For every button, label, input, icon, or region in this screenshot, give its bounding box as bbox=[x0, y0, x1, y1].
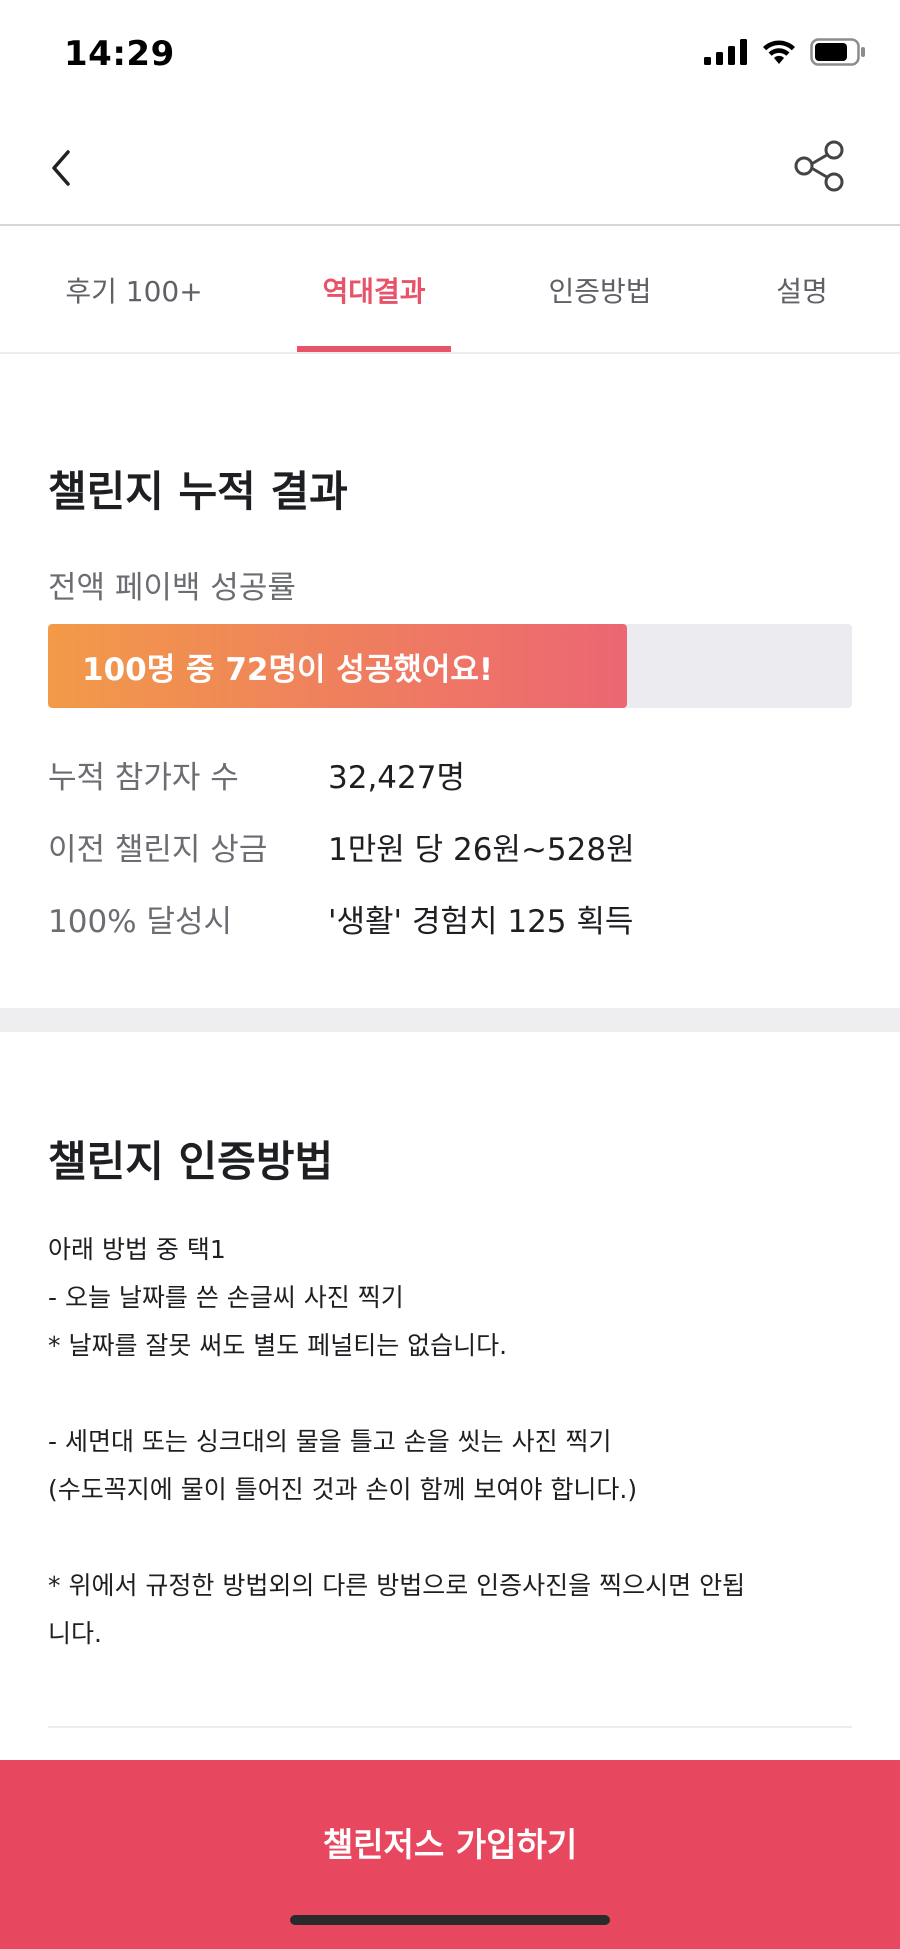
tab-bar: 후기 100+ 역대결과 인증방법 설명 bbox=[0, 228, 900, 354]
method-line: 아래 방법 중 택1 bbox=[48, 1235, 226, 1264]
share-button[interactable] bbox=[792, 138, 848, 194]
chevron-left-icon bbox=[52, 150, 70, 186]
status-bar: 14:29 bbox=[0, 0, 900, 110]
back-button[interactable] bbox=[44, 144, 84, 192]
battery-icon bbox=[810, 38, 865, 66]
tab-verification-method[interactable]: 인증방법 bbox=[520, 228, 680, 352]
method-description: 아래 방법 중 택1 - 오늘 날짜를 쓴 손글씨 사진 찍기 * 날짜를 잘못… bbox=[48, 1226, 858, 1658]
nav-bar bbox=[0, 110, 900, 226]
wifi-icon bbox=[763, 40, 795, 64]
method-line: (수도꼭지에 물이 틀어진 것과 손이 함께 보여야 합니다.) bbox=[48, 1475, 638, 1504]
signal-icon bbox=[704, 39, 747, 65]
tab-past-results[interactable]: 역대결과 bbox=[297, 228, 451, 352]
method-line: - 오늘 날짜를 쓴 손글씨 사진 찍기 bbox=[48, 1283, 404, 1312]
tab-description[interactable]: 설명 bbox=[752, 228, 852, 352]
section-divider bbox=[0, 1008, 900, 1032]
tab-reviews[interactable]: 후기 100+ bbox=[44, 228, 224, 352]
content-divider bbox=[48, 1726, 852, 1728]
method-line bbox=[48, 1370, 858, 1418]
stat-value: 32,427명 bbox=[328, 760, 465, 796]
active-tab-indicator bbox=[297, 346, 451, 352]
join-button-label: 챌린저스 가입하기 bbox=[322, 1825, 578, 1864]
stat-label: 100% 달성시 bbox=[48, 904, 233, 940]
status-time: 14:29 bbox=[64, 34, 175, 74]
stat-row-reward: 100% 달성시 '생활' 경험치 125 획득 bbox=[48, 896, 852, 946]
payback-rate-label: 전액 페이백 성공률 bbox=[48, 570, 296, 606]
method-section-title: 챌린지 인증방법 bbox=[48, 1137, 334, 1186]
home-indicator bbox=[290, 1915, 610, 1925]
method-line: 니다. bbox=[48, 1619, 102, 1648]
share-icon bbox=[794, 140, 844, 192]
stat-value: 1만원 당 26원~528원 bbox=[328, 832, 635, 868]
success-rate-text: 100명 중 72명이 성공했어요! bbox=[82, 651, 494, 688]
method-line: * 위에서 규정한 방법외의 다른 방법으로 인증사진을 찍으시면 안됩 bbox=[48, 1571, 746, 1600]
stat-value: '생활' 경험치 125 획득 bbox=[328, 904, 634, 940]
stat-label: 누적 참가자 수 bbox=[48, 760, 239, 796]
method-line: * 날짜를 잘못 써도 별도 페널티는 없습니다. bbox=[48, 1331, 508, 1360]
challenge-detail-page: 14:29 후기 100+ 역대결과 인증방법 설명 챌린지 누적 결과 전액 … bbox=[0, 0, 900, 1949]
method-line bbox=[48, 1514, 858, 1562]
results-section-title: 챌린지 누적 결과 bbox=[48, 467, 348, 516]
method-line: - 세면대 또는 싱크대의 물을 틀고 손을 씻는 사진 찍기 bbox=[48, 1427, 612, 1456]
status-icons bbox=[704, 38, 866, 66]
success-rate-bar: 100명 중 72명이 성공했어요! bbox=[48, 624, 852, 708]
stat-row-prize: 이전 챌린지 상금 1만원 당 26원~528원 bbox=[48, 824, 852, 874]
stat-row-participants: 누적 참가자 수 32,427명 bbox=[48, 752, 852, 802]
stat-label: 이전 챌린지 상금 bbox=[48, 832, 268, 868]
